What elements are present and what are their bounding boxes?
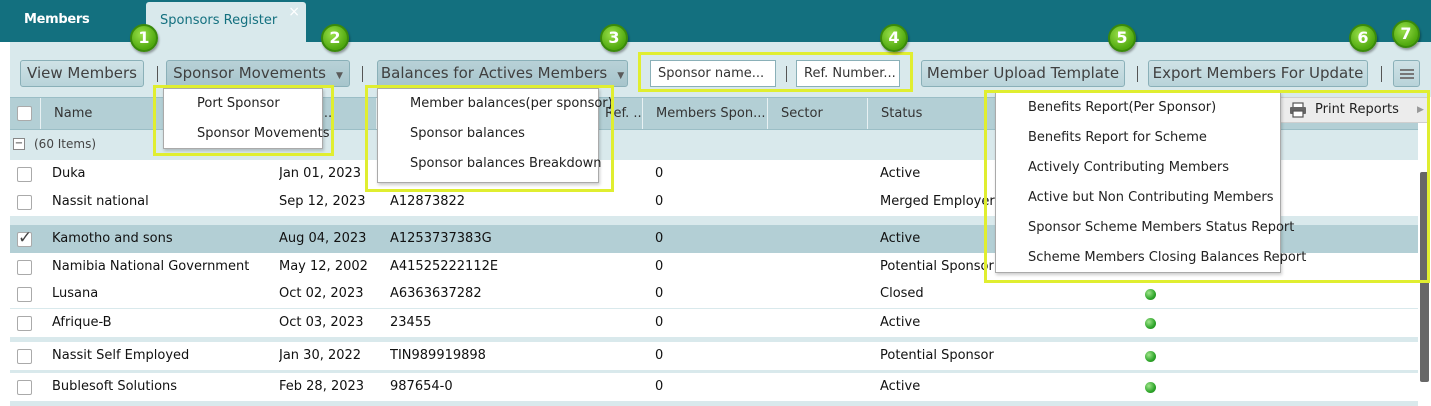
column-header-status[interactable]: Status	[867, 98, 987, 129]
cell-members-sponsored: 0	[655, 166, 664, 181]
cell-ref-number: A6363637282	[390, 286, 482, 301]
menu-icon[interactable]	[1393, 60, 1420, 87]
cell-ref-number: A12873822	[390, 194, 466, 209]
step-badge-3: 3	[600, 24, 628, 52]
chevron-down-icon: ▼	[336, 71, 343, 81]
toolbar-separator	[157, 66, 158, 82]
cell-members-sponsored: 0	[655, 194, 664, 209]
sponsor-movements-label: Sponsor Movements	[173, 64, 326, 82]
cell-name: Nassit national	[52, 194, 149, 209]
cell-application-date: Jan 01, 2023	[279, 166, 362, 181]
cell-name: Lusana	[52, 286, 99, 301]
cell-members-sponsored: 0	[655, 315, 664, 330]
cell-ref-number: 987654-0	[390, 379, 453, 394]
row-checkbox[interactable]	[17, 195, 32, 210]
cell-status: Closed	[880, 286, 924, 301]
chevron-down-icon: ▼	[617, 71, 625, 81]
group-label: (60 Items)	[34, 137, 97, 151]
cell-status: Active	[880, 379, 921, 394]
cell-name: Duka	[52, 166, 86, 181]
status-dot-icon	[1145, 382, 1156, 393]
row-checkbox[interactable]	[17, 287, 32, 302]
export-members-button[interactable]: Export Members For Update	[1148, 60, 1368, 87]
step-badge-5: 5	[1108, 24, 1136, 52]
toolbar-separator	[362, 66, 363, 82]
cell-status: Potential Sponsor	[880, 348, 994, 363]
tab-label: Sponsors Register	[160, 13, 278, 28]
cell-application-date: Oct 03, 2023	[279, 315, 364, 330]
cell-members-sponsored: 0	[655, 379, 664, 394]
cell-application-date: Oct 02, 2023	[279, 286, 364, 301]
table-row[interactable]: Afrique-B Oct 03, 2023 23455 0 Active	[10, 309, 1418, 337]
highlight-box	[984, 90, 1430, 283]
row-checkbox[interactable]	[17, 380, 32, 395]
step-badge-1: 1	[130, 24, 158, 52]
cell-application-date: Sep 12, 2023	[279, 194, 366, 209]
cell-application-date: Feb 28, 2023	[279, 379, 365, 394]
cell-name: Bublesoft Solutions	[52, 379, 178, 394]
step-badge-7: 7	[1392, 20, 1420, 48]
highlight-box	[638, 52, 913, 92]
cell-application-date: May 12, 2002	[279, 259, 368, 274]
cell-ref-number: 23455	[390, 315, 432, 330]
cell-status: Merged Employer	[880, 194, 995, 209]
cell-members-sponsored: 0	[655, 231, 664, 246]
cell-members-sponsored: 0	[655, 286, 664, 301]
toolbar-separator	[1381, 66, 1382, 82]
highlight-box	[153, 85, 334, 156]
status-dot-icon	[1145, 289, 1156, 300]
step-badge-4: 4	[880, 24, 908, 52]
cell-status: Potential Sponsor	[880, 259, 994, 274]
highlight-box	[365, 85, 614, 192]
row-checkbox[interactable]	[17, 167, 32, 182]
column-header-members-sponsored[interactable]: Members Spon...	[642, 98, 767, 129]
tab-sponsors-register[interactable]: Sponsors Register ×	[146, 2, 306, 42]
cell-application-date: Jan 30, 2022	[279, 348, 362, 363]
table-row[interactable]: Bublesoft Solutions Feb 28, 2023 987654-0 0…	[10, 373, 1418, 401]
balances-label: Balances for Actives Members	[380, 64, 608, 82]
step-badge-2: 2	[321, 24, 349, 52]
row-checkbox[interactable]	[17, 228, 32, 248]
cell-ref-number: TIN989919898	[390, 348, 486, 363]
cell-status: Active	[880, 231, 921, 246]
table-row[interactable]: Lusana Oct 02, 2023 A6363637282 0 Closed	[10, 280, 1418, 308]
cell-status: Active	[880, 166, 921, 181]
cell-ref-number: A41525222112E	[390, 259, 499, 274]
row-checkbox[interactable]	[17, 260, 32, 275]
view-members-button[interactable]: View Members	[20, 60, 144, 87]
balances-button[interactable]: Balances for Actives Members ▼	[377, 60, 628, 87]
tab-bar: Members Links Sponsors Register ×	[0, 0, 1431, 59]
row-checkbox[interactable]	[17, 316, 32, 331]
tab-members-links[interactable]: Members Links	[10, 4, 128, 59]
cell-members-sponsored: 0	[655, 348, 664, 363]
member-upload-template-button[interactable]: Member Upload Template	[921, 60, 1125, 87]
collapse-icon[interactable]: −	[13, 138, 25, 150]
status-dot-icon	[1145, 318, 1156, 329]
cell-name: Kamotho and sons	[52, 231, 173, 246]
cell-ref-number: A1253737383G	[390, 231, 492, 246]
close-icon[interactable]: ×	[288, 2, 300, 22]
column-header-sector[interactable]: Sector	[767, 98, 867, 129]
select-all-cell	[10, 98, 40, 129]
cell-name: Nassit Self Employed	[52, 348, 190, 363]
cell-members-sponsored: 0	[655, 259, 664, 274]
cell-application-date: Aug 04, 2023	[279, 231, 367, 246]
sponsor-movements-button[interactable]: Sponsor Movements ▼	[166, 60, 350, 87]
toolbar-separator	[1137, 66, 1138, 82]
select-all-checkbox[interactable]	[17, 106, 32, 121]
status-dot-icon	[1145, 351, 1156, 362]
cell-name: Namibia National Government	[52, 259, 250, 274]
cell-status: Active	[880, 315, 921, 330]
cell-name: Afrique-B	[52, 315, 112, 330]
table-row[interactable]: Nassit Self Employed Jan 30, 2022 TIN98991…	[10, 342, 1418, 370]
step-badge-6: 6	[1349, 24, 1377, 52]
row-checkbox[interactable]	[17, 349, 32, 364]
